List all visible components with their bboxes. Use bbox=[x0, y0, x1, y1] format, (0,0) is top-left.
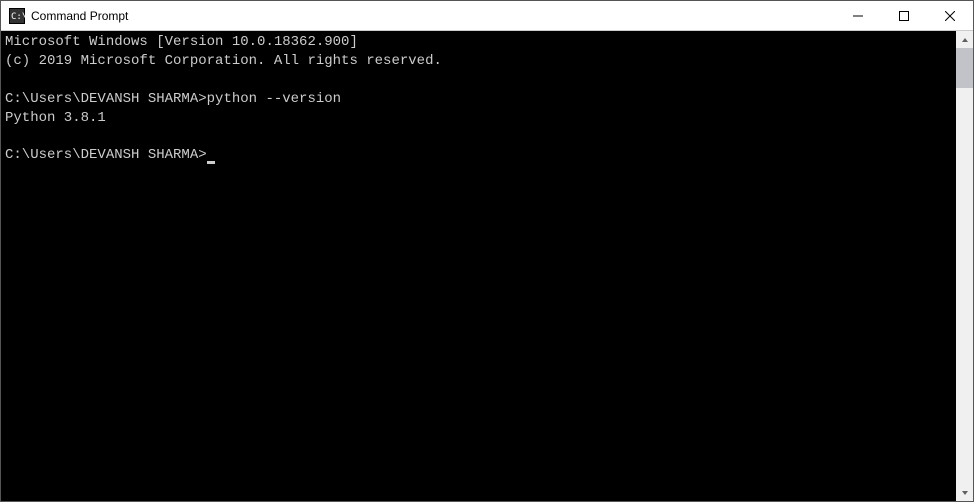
window-title: Command Prompt bbox=[31, 9, 835, 23]
scroll-thumb[interactable] bbox=[956, 48, 973, 88]
maximize-button[interactable] bbox=[881, 1, 927, 30]
terminal-output[interactable]: Microsoft Windows [Version 10.0.18362.90… bbox=[1, 31, 956, 501]
terminal-line: Microsoft Windows [Version 10.0.18362.90… bbox=[5, 34, 358, 50]
cmd-icon: C:\ bbox=[9, 8, 25, 24]
window-controls bbox=[835, 1, 973, 30]
svg-text:C:\: C:\ bbox=[11, 12, 25, 22]
cursor bbox=[207, 161, 215, 164]
scroll-track[interactable] bbox=[956, 48, 973, 484]
terminal-command: python --version bbox=[207, 91, 341, 107]
terminal-prompt: C:\Users\DEVANSH SHARMA> bbox=[5, 147, 207, 163]
close-button[interactable] bbox=[927, 1, 973, 30]
terminal-line: Python 3.8.1 bbox=[5, 110, 106, 126]
vertical-scrollbar[interactable] bbox=[956, 31, 973, 501]
minimize-button[interactable] bbox=[835, 1, 881, 30]
scroll-down-button[interactable] bbox=[956, 484, 973, 501]
scroll-up-button[interactable] bbox=[956, 31, 973, 48]
command-prompt-window: C:\ Command Prompt Microsoft Windows [Ve… bbox=[0, 0, 974, 502]
titlebar[interactable]: C:\ Command Prompt bbox=[1, 1, 973, 31]
terminal-line: (c) 2019 Microsoft Corporation. All righ… bbox=[5, 53, 442, 69]
terminal-prompt: C:\Users\DEVANSH SHARMA> bbox=[5, 91, 207, 107]
content-area: Microsoft Windows [Version 10.0.18362.90… bbox=[1, 31, 973, 501]
